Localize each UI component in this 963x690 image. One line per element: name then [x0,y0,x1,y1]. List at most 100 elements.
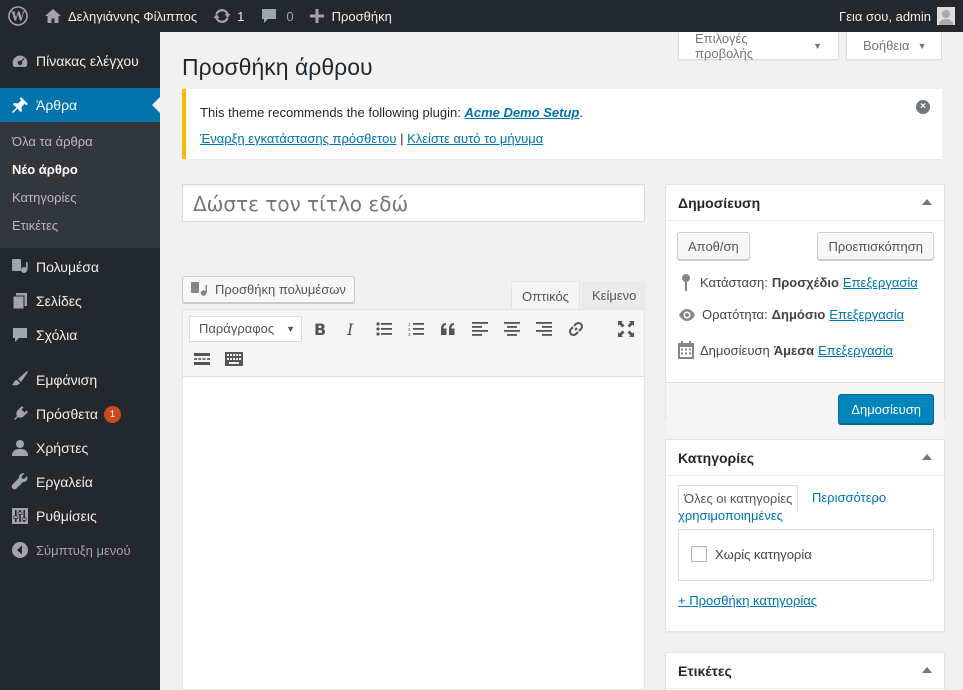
help-button[interactable]: Βοήθεια ▼ [846,32,942,60]
category-checkbox[interactable] [691,546,707,562]
menu-label-plugins: Πρόσθετα [36,406,98,422]
bold-button[interactable]: B [307,316,333,342]
menu-item-tools[interactable]: Εργαλεία [0,465,160,499]
media-icon [191,281,207,296]
new-content-link[interactable]: Προσθήκη [302,0,400,32]
edit-schedule-link[interactable]: Επεξεργασία [818,343,893,358]
insert-link-button[interactable] [563,316,589,342]
tags-box-header[interactable]: Ετικέτες [666,653,944,689]
begin-install-link[interactable]: Έναρξη εγκατάστασης πρόσθετου [200,131,396,146]
save-draft-button[interactable]: Αποθ/ση [677,232,750,260]
svg-text:I: I [346,321,354,337]
italic-button[interactable]: I [339,316,365,342]
fullscreen-button[interactable] [613,316,639,342]
align-center-button[interactable] [499,316,525,342]
numbered-list-button[interactable]: 123 [403,316,429,342]
submenu-all-posts[interactable]: Όλα τα άρθρα [0,128,160,156]
align-right-icon [536,322,552,336]
menu-label-pages: Σελίδες [36,293,82,309]
italic-icon: I [346,321,354,337]
toolbar-toggle-button[interactable] [221,346,247,372]
preview-button[interactable]: Προεπισκόπηση [817,232,934,260]
categories-box: Κατηγορίες Περισσότερο χρησιμοποιημένες … [665,439,945,632]
categories-box-header[interactable]: Κατηγορίες [666,440,944,476]
menu-item-users[interactable]: Χρήστες [0,431,160,465]
menu-item-pages[interactable]: Σελίδες [0,284,160,318]
tab-visual[interactable]: Οπτικός [511,281,580,310]
wordpress-logo-icon[interactable]: W [0,0,36,32]
add-new-category-link[interactable]: + Προσθήκη κατηγορίας [678,593,817,608]
dismiss-notice-link[interactable]: Κλείστε αυτό το μήνυμα [407,131,543,146]
quote-icon [441,323,455,335]
screen-options-button[interactable]: Επιλογές προβολής ▼ [678,31,839,61]
menu-item-posts[interactable]: Άρθρα [0,88,160,122]
menu-label-settings: Ρυθμίσεις [36,508,97,524]
chevron-down-icon: ▼ [286,324,295,334]
bullet-list-icon [376,322,392,336]
tags-box-title: Ετικέτες [678,662,732,679]
numbered-list-icon: 123 [408,322,424,336]
comment-bubble-icon [262,9,277,23]
admin-menu: Πίνακας ελέγχου Άρθρα Όλα τα άρθρα Νέο ά… [0,32,160,690]
collapse-arrow-icon[interactable] [922,667,932,673]
edit-status-link[interactable]: Επεξεργασία [843,275,918,290]
plugin-link[interactable]: Acme Demo Setup [464,105,579,120]
submenu-tags[interactable]: Ετικέτες [0,212,160,240]
eye-icon [679,308,695,321]
plus-icon [309,9,324,23]
edit-visibility-link[interactable]: Επεξεργασία [829,307,904,322]
menu-item-dashboard[interactable]: Πίνακας ελέγχου [0,44,160,78]
align-right-button[interactable] [531,316,557,342]
chevron-down-icon: ▼ [813,40,822,51]
comments-icon [10,325,30,345]
wrench-icon [10,472,30,492]
post-title-input[interactable]: Δώστε τον τίτλο εδώ [182,184,645,222]
updates-link[interactable]: 1 [205,0,252,32]
publish-box: Δημοσίευση Αποθ/ση Προεπισκόπηση Κατάστα… [665,184,945,436]
collapse-arrow-icon[interactable] [922,199,932,205]
expand-icon [618,321,634,337]
blockquote-button[interactable] [435,316,461,342]
menu-label-users: Χρήστες [36,440,89,456]
bullet-list-button[interactable] [371,316,397,342]
align-left-button[interactable] [467,316,493,342]
menu-label-posts: Άρθρα [36,97,78,113]
notice-period: . [579,105,583,120]
tab-text[interactable]: Κείμενο [582,281,647,310]
menu-item-media[interactable]: Πολυμέσα [0,250,160,284]
category-checklist: Χωρίς κατηγορία [678,529,934,581]
comments-link[interactable]: 0 [252,0,301,32]
help-label: Βοήθεια [863,38,910,53]
collapse-menu-label: Σύμπτυξη μενού [36,542,131,558]
menu-item-comments[interactable]: Σχόλια [0,318,160,352]
tab-all-categories[interactable]: Όλες οι κατηγορίες [678,485,799,511]
publish-box-header[interactable]: Δημοσίευση [666,185,944,221]
my-account-link[interactable]: Γεια σου, admin [839,0,955,32]
schedule-value: Άμεσα [773,342,815,358]
site-name-link[interactable]: Δεληγιάννης Φίλιππος [36,0,205,32]
menu-item-settings[interactable]: Ρυθμίσεις [0,499,160,533]
add-media-button[interactable]: Προσθήκη πολυμέσων [182,276,355,303]
close-icon[interactable]: × [916,100,930,114]
editor-content-area[interactable] [183,377,644,689]
menu-item-appearance[interactable]: Εμφάνιση [0,363,160,397]
notice-line: This theme recommends the following plug… [200,105,928,120]
svg-text:W: W [10,10,25,24]
format-select-value: Παράγραφος [199,321,275,336]
submenu-new-post[interactable]: Νέο άρθρο [0,156,160,184]
collapse-menu-button[interactable]: Σύμπτυξη μενού [0,533,160,567]
page-title: Προσθήκη άρθρου [182,54,373,80]
list-item[interactable]: Χωρίς κατηγορία [691,546,812,562]
refresh-icon [213,8,231,24]
menu-item-plugins[interactable]: Πρόσθετα 1 [0,397,160,431]
read-more-button[interactable] [189,346,215,372]
posts-submenu: Όλα τα άρθρα Νέο άρθρο Κατηγορίες Ετικέτ… [0,122,160,248]
format-select[interactable]: Παράγραφος ▼ [189,316,302,342]
plugin-recommendation-notice: This theme recommends the following plug… [182,89,942,159]
collapse-arrow-icon[interactable] [922,454,932,460]
status-label: Κατάσταση: [700,274,768,290]
publish-button[interactable]: Δημοσίευση [838,394,934,424]
align-left-icon [472,322,488,336]
submenu-categories[interactable]: Κατηγορίες [0,184,160,212]
menu-label-tools: Εργαλεία [36,474,93,490]
